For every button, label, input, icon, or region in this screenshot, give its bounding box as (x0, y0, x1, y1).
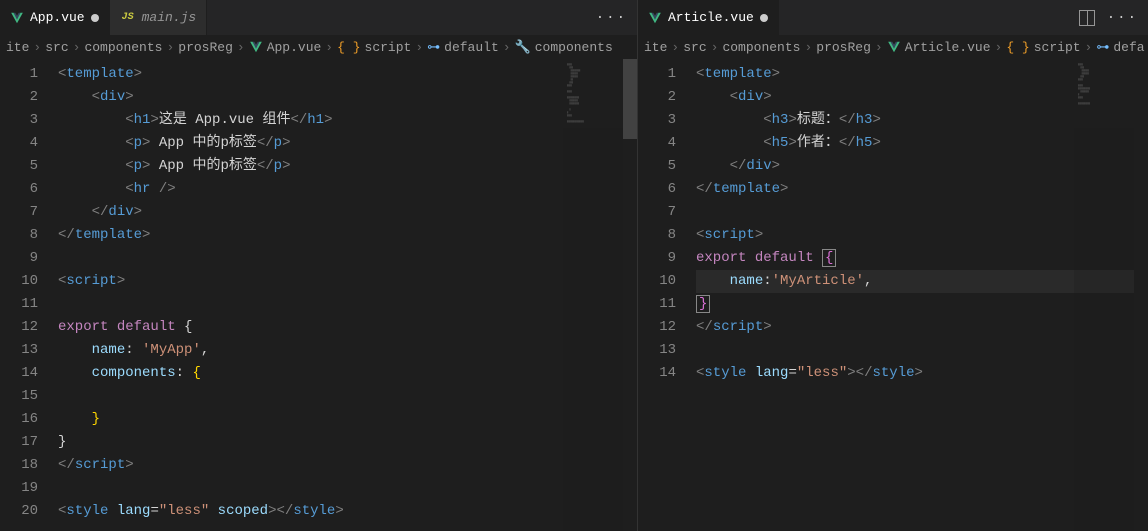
chevron-right-icon: › (415, 40, 423, 55)
tab-label: Article.vue (668, 10, 754, 25)
crumb[interactable]: ⊶ default (427, 40, 499, 55)
crumb[interactable]: prosReg (816, 40, 871, 55)
chevron-right-icon: › (875, 40, 883, 55)
crumb[interactable]: src (683, 40, 706, 55)
line-gutter: 1234567891011121314 (638, 59, 696, 531)
chevron-right-icon: › (995, 40, 1003, 55)
breadcrumb[interactable]: ite› src› components› prosReg› Article.v… (638, 35, 1148, 59)
editor-pane-left: App.vue JS main.js ··· ite › src › compone… (0, 0, 638, 531)
chevron-right-icon: › (671, 40, 679, 55)
vue-icon (10, 11, 24, 25)
chevron-right-icon: › (325, 40, 333, 55)
tab-main-js[interactable]: JS main.js (110, 0, 208, 35)
link-icon: ⊶ (1096, 40, 1109, 55)
tab-app-vue[interactable]: App.vue (0, 0, 110, 35)
scrollbar[interactable] (1134, 59, 1148, 531)
tab-article-vue[interactable]: Article.vue (638, 0, 779, 35)
tab-label: main.js (142, 10, 197, 25)
crumb[interactable]: Article.vue (887, 40, 991, 55)
tab-label: App.vue (30, 10, 85, 25)
crumb[interactable]: ite (644, 40, 667, 55)
code-editor[interactable]: 1234567891011121314151617181920 <templat… (0, 59, 637, 531)
scrollbar[interactable] (623, 59, 637, 531)
more-actions-icon[interactable]: ··· (1107, 10, 1138, 26)
crumb[interactable]: src (45, 40, 68, 55)
vue-icon (648, 11, 662, 25)
vue-icon (249, 40, 263, 54)
dirty-indicator-icon (91, 14, 99, 22)
code-content[interactable]: <template> <div> <h1>这是 App.vue 组件</h1> … (58, 59, 637, 531)
crumb[interactable]: ite (6, 40, 29, 55)
js-icon: JS (120, 11, 136, 25)
tab-bar: App.vue JS main.js ··· (0, 0, 637, 35)
crumb[interactable]: { } script (337, 40, 411, 55)
tab-actions: ··· (586, 0, 637, 35)
chevron-right-icon: › (1085, 40, 1093, 55)
minimap[interactable]: ████ ███ ██████ ██████ ███ ████ ████ ███… (1074, 59, 1134, 531)
braces-icon: { } (1006, 40, 1029, 55)
tab-actions: ··· (1069, 0, 1148, 35)
line-gutter: 1234567891011121314151617181920 (0, 59, 58, 531)
braces-icon: { } (337, 40, 360, 55)
link-icon: ⊶ (427, 40, 440, 55)
chevron-right-icon: › (503, 40, 511, 55)
crumb[interactable]: App.vue (249, 40, 322, 55)
editor-pane-right: Article.vue ··· ite› src› components› pr… (638, 0, 1148, 531)
split-editor-icon[interactable] (1079, 10, 1095, 26)
vue-icon (887, 40, 901, 54)
scroll-thumb[interactable] (623, 59, 637, 139)
minimap[interactable]: ████ ███ ████████ ██████ ██████ ██ ███ █… (563, 59, 623, 531)
chevron-right-icon: › (166, 40, 174, 55)
wrench-icon: 🔧 (515, 40, 531, 55)
chevron-right-icon: › (711, 40, 719, 55)
crumb[interactable]: prosReg (178, 40, 233, 55)
breadcrumb[interactable]: ite› src› components› prosReg› App.vue› … (0, 35, 637, 59)
dirty-indicator-icon (760, 14, 768, 22)
crumb[interactable]: { } script (1006, 40, 1080, 55)
chevron-right-icon: › (237, 40, 245, 55)
chevron-right-icon: › (73, 40, 81, 55)
more-actions-icon[interactable]: ··· (596, 10, 627, 26)
chevron-right-icon: › (804, 40, 812, 55)
chevron-right-icon: › (33, 40, 41, 55)
crumb[interactable]: 🔧 components (515, 40, 613, 55)
crumb[interactable]: components (722, 40, 800, 55)
crumb[interactable]: components (84, 40, 162, 55)
crumb[interactable]: ⊶ defa (1096, 40, 1144, 55)
code-editor[interactable]: 1234567891011121314 <template> <div> <h3… (638, 59, 1148, 531)
tab-bar: Article.vue ··· (638, 0, 1148, 35)
